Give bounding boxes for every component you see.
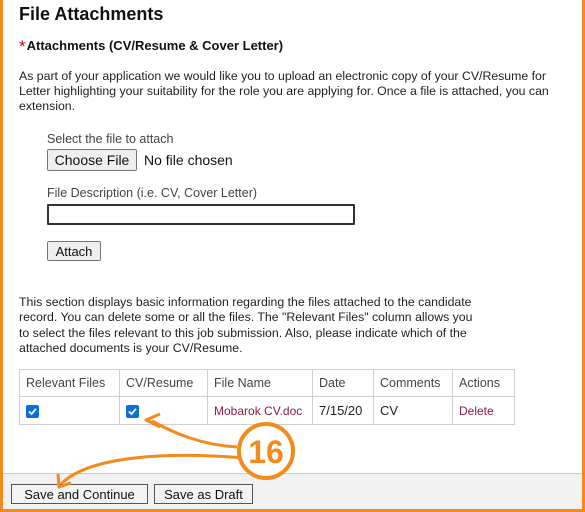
- intro-text: As part of your application we would lik…: [19, 69, 585, 114]
- files-info-text: This section displays basic information …: [19, 295, 519, 356]
- header-comments: Comments: [373, 369, 453, 397]
- header-cv-resume: CV/Resume: [119, 369, 208, 397]
- delete-link[interactable]: Delete: [459, 404, 494, 418]
- intro-line: extension.: [19, 99, 76, 113]
- intro-line: As part of your application we would lik…: [19, 69, 546, 83]
- step-number-text: 16: [248, 434, 284, 470]
- attachments-heading-text: Attachments (CV/Resume & Cover Letter): [26, 38, 284, 53]
- save-and-continue-button[interactable]: Save and Continue: [11, 484, 148, 504]
- relevant-file-checkbox[interactable]: [26, 405, 39, 419]
- intro-line: Letter highlighting your suitability for…: [19, 84, 549, 98]
- file-description-label: File Description (i.e. CV, Cover Letter): [47, 186, 258, 200]
- choose-file-button[interactable]: Choose File: [47, 149, 137, 171]
- info-line: This section displays basic information …: [19, 295, 472, 309]
- comments-cell: CV: [373, 396, 453, 425]
- file-name-link[interactable]: Mobarok CV.doc: [214, 404, 302, 418]
- table-header-row: Relevant Files CV/Resume File Name Date …: [19, 369, 515, 397]
- attachments-heading: *Attachments (CV/Resume & Cover Letter): [19, 37, 283, 57]
- header-actions: Actions: [452, 369, 515, 397]
- select-file-label: Select the file to attach: [47, 132, 174, 146]
- table-row: Mobarok CV.doc 7/15/20 CV Delete: [19, 396, 515, 425]
- step-number-badge: [237, 422, 295, 480]
- header-date: Date: [312, 369, 374, 397]
- save-as-draft-button[interactable]: Save as Draft: [154, 484, 253, 504]
- info-line: to select the files relevant to this job…: [19, 325, 467, 340]
- file-name-cell: Mobarok CV.doc: [207, 396, 313, 425]
- cv-cell: [119, 396, 208, 425]
- header-relevant-files: Relevant Files: [19, 369, 120, 397]
- no-file-chosen-text: No file chosen: [144, 152, 233, 168]
- cv-resume-checkbox[interactable]: [126, 405, 139, 419]
- info-line: record. You can delete some or all the f…: [19, 310, 473, 325]
- header-file-name: File Name: [207, 369, 313, 397]
- date-cell: 7/15/20: [312, 396, 374, 425]
- actions-cell: Delete: [452, 396, 515, 425]
- attach-button[interactable]: Attach: [47, 241, 101, 261]
- required-marker: *: [19, 37, 26, 56]
- relevant-cell: [19, 396, 120, 425]
- file-description-input[interactable]: [47, 204, 355, 225]
- info-line: attached documents is your CV/Resume.: [19, 340, 243, 355]
- page-title: File Attachments: [19, 4, 164, 24]
- attached-files-table: Relevant Files CV/Resume File Name Date …: [19, 369, 515, 425]
